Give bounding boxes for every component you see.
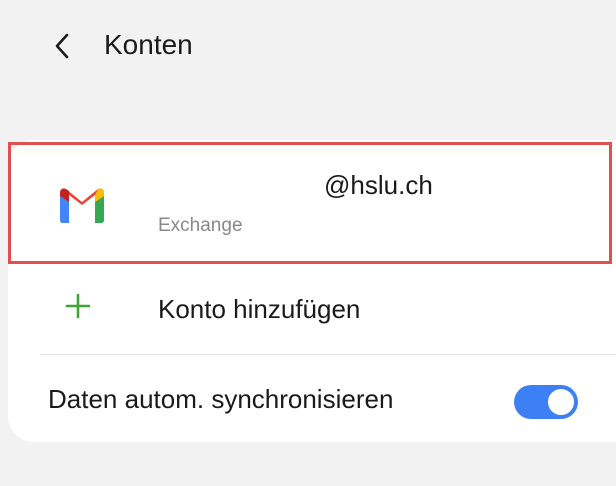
sync-label: Daten autom. synchronisieren [48, 384, 394, 414]
page-title: Konten [104, 29, 193, 60]
account-email: @hslu.ch [324, 170, 433, 200]
accounts-card: @hslu.ch Exchange Konto hinzufügen Daten… [8, 140, 616, 442]
toggle-knob [546, 387, 576, 417]
add-account-label: Konto hinzufügen [158, 294, 361, 324]
account-item[interactable]: @hslu.ch Exchange [8, 140, 616, 266]
sync-setting-row: Daten autom. synchronisieren [8, 355, 616, 442]
accounts-screen: Konten @hslu.ch Exchange Konto hinzufüge… [0, 0, 616, 486]
back-button[interactable] [44, 26, 80, 66]
chevron-left-icon [55, 33, 69, 59]
account-type: Exchange [158, 215, 243, 236]
sync-toggle[interactable] [514, 385, 578, 419]
plus-icon [65, 293, 91, 319]
redacted-email-prefix [150, 168, 324, 204]
add-account-button[interactable]: Konto hinzufügen [8, 266, 616, 354]
gmail-icon [60, 188, 104, 223]
app-bar: Konten [0, 0, 616, 92]
